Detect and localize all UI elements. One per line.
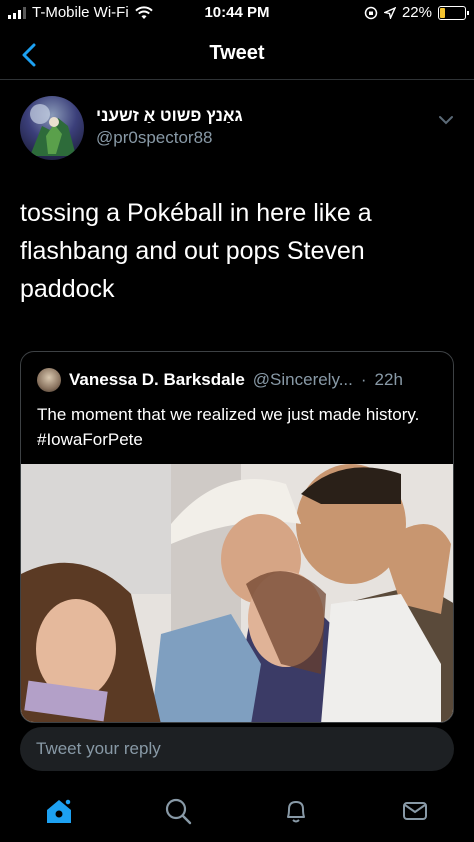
quoted-tweet-header: Vanessa D. Barksdale @Sincerely... · 22h [37,368,403,392]
battery-percent: 22% [401,4,432,21]
reply-bar [20,727,454,771]
quoted-text: The moment that we realized we just made… [37,405,420,449]
quoted-avatar [37,368,61,392]
tweet: גאַנץ פשוט אַ זשעני @pr0spector88 tossin… [20,96,456,723]
tab-home[interactable] [42,794,76,828]
search-icon [165,798,192,825]
page-title: Tweet [209,42,265,64]
quoted-separator: · [360,370,367,389]
tweet-author-row: גאַנץ פשוט אַ זשעני @pr0spector88 [20,96,456,162]
status-right: 22% [364,4,469,21]
messages-icon [403,802,427,820]
quoted-photo[interactable] [21,464,453,722]
author-display-name[interactable]: גאַנץ פשוט אַ זשעני [96,106,243,126]
author-handle[interactable]: @pr0spector88 [96,128,213,148]
quoted-tweet[interactable]: Vanessa D. Barksdale @Sincerely... · 22h… [20,351,454,723]
tweet-text: tossing a Pokéball in here like a flashb… [20,199,372,303]
orientation-lock-icon [364,6,378,19]
status-bar: T-Mobile Wi-Fi 10:44 PM 22% [0,0,474,28]
quoted-time: 22h [374,370,403,389]
tab-bar [0,786,474,836]
avatar-image [30,104,76,156]
battery-level [440,7,446,18]
tab-search[interactable] [161,794,195,828]
quoted-handle: @Sincerely... [252,370,353,389]
reply-input[interactable] [20,727,454,771]
chevron-down-icon [439,116,453,125]
home-icon [47,798,72,823]
battery-icon [438,5,469,20]
tab-messages[interactable] [398,794,432,828]
quoted-photo-image [21,464,453,722]
nav-bar: Tweet [0,30,474,80]
tweet-options-button[interactable] [436,110,456,130]
notifications-icon [287,801,305,823]
quoted-display-name: Vanessa D. Barksdale [69,370,245,389]
avatar[interactable] [20,96,84,160]
tab-notifications[interactable] [279,794,313,828]
location-icon [383,6,396,19]
